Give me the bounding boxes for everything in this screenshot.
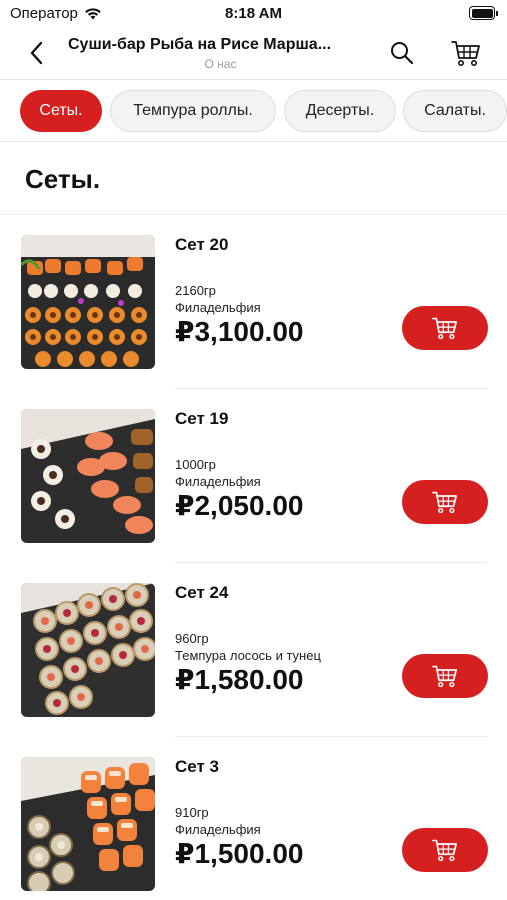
cart-button[interactable] [448,36,484,70]
status-time: 8:18 AM [225,5,282,22]
tab-salads[interactable]: Салаты. [403,90,507,132]
product-price: ₽1,580.00 [175,664,304,695]
product-item[interactable]: Сет 24 960гр Темпура лосось и тунец ₽1,5… [0,563,507,737]
add-to-cart-button[interactable] [402,654,488,698]
add-to-cart-button[interactable] [402,828,488,872]
about-link[interactable]: О нас [68,57,373,71]
cart-icon [432,665,457,688]
cart-icon [432,491,457,514]
product-description: Филадельфия [175,300,261,315]
product-weight: 960гр [175,631,209,646]
product-description: Филадельфия [175,822,261,837]
product-price: ₽3,100.00 [175,316,304,347]
battery-icon [469,6,498,20]
cart-icon [451,41,480,66]
search-icon [391,42,414,65]
chevron-left-icon [30,41,43,65]
nav-bar: Суши-бар Рыба на Рисе Марша... О нас [0,28,507,80]
product-description: Темпура лосось и тунец [175,648,321,663]
product-name: Сет 24 [175,583,229,602]
product-image [21,583,155,717]
product-price: ₽1,500.00 [175,838,304,869]
product-weight: 1000гр [175,457,216,472]
add-to-cart-button[interactable] [402,480,488,524]
product-image [21,235,155,369]
search-button[interactable] [387,38,417,68]
back-button[interactable] [22,38,52,68]
product-image [21,409,155,543]
product-price: ₽2,050.00 [175,490,304,521]
product-weight: 910гр [175,805,209,820]
product-image [21,757,155,891]
add-to-cart-button[interactable] [402,306,488,350]
tab-desserts[interactable]: Десерты. [284,90,396,132]
cart-icon [432,317,457,340]
section-title: Сеты. [25,164,101,194]
product-name: Сет 3 [175,757,220,776]
product-name: Сет 19 [175,409,229,428]
tab-sets[interactable]: Сеты. [20,90,102,132]
cart-icon [432,839,457,862]
product-weight: 2160гр [175,283,216,298]
page-title: Суши-бар Рыба на Рисе Марша... [68,36,332,53]
product-item[interactable]: Сет 19 1000гр Филадельфия ₽2,050.00 [0,389,507,563]
product-name: Сет 20 [175,235,229,254]
category-tabs: Сеты. Темпура роллы. Десерты. Салаты. [0,80,507,142]
product-description: Филадельфия [175,474,261,489]
tab-tempura-rolls[interactable]: Темпура роллы. [110,90,276,132]
status-bar: Оператор 8:18 AM [0,0,507,28]
product-item[interactable]: Сет 3 910гр Филадельфия ₽1,500.00 [0,737,507,900]
product-item[interactable]: Сет 20 2160гр Филадельфия ₽3,100.00 [0,215,507,389]
